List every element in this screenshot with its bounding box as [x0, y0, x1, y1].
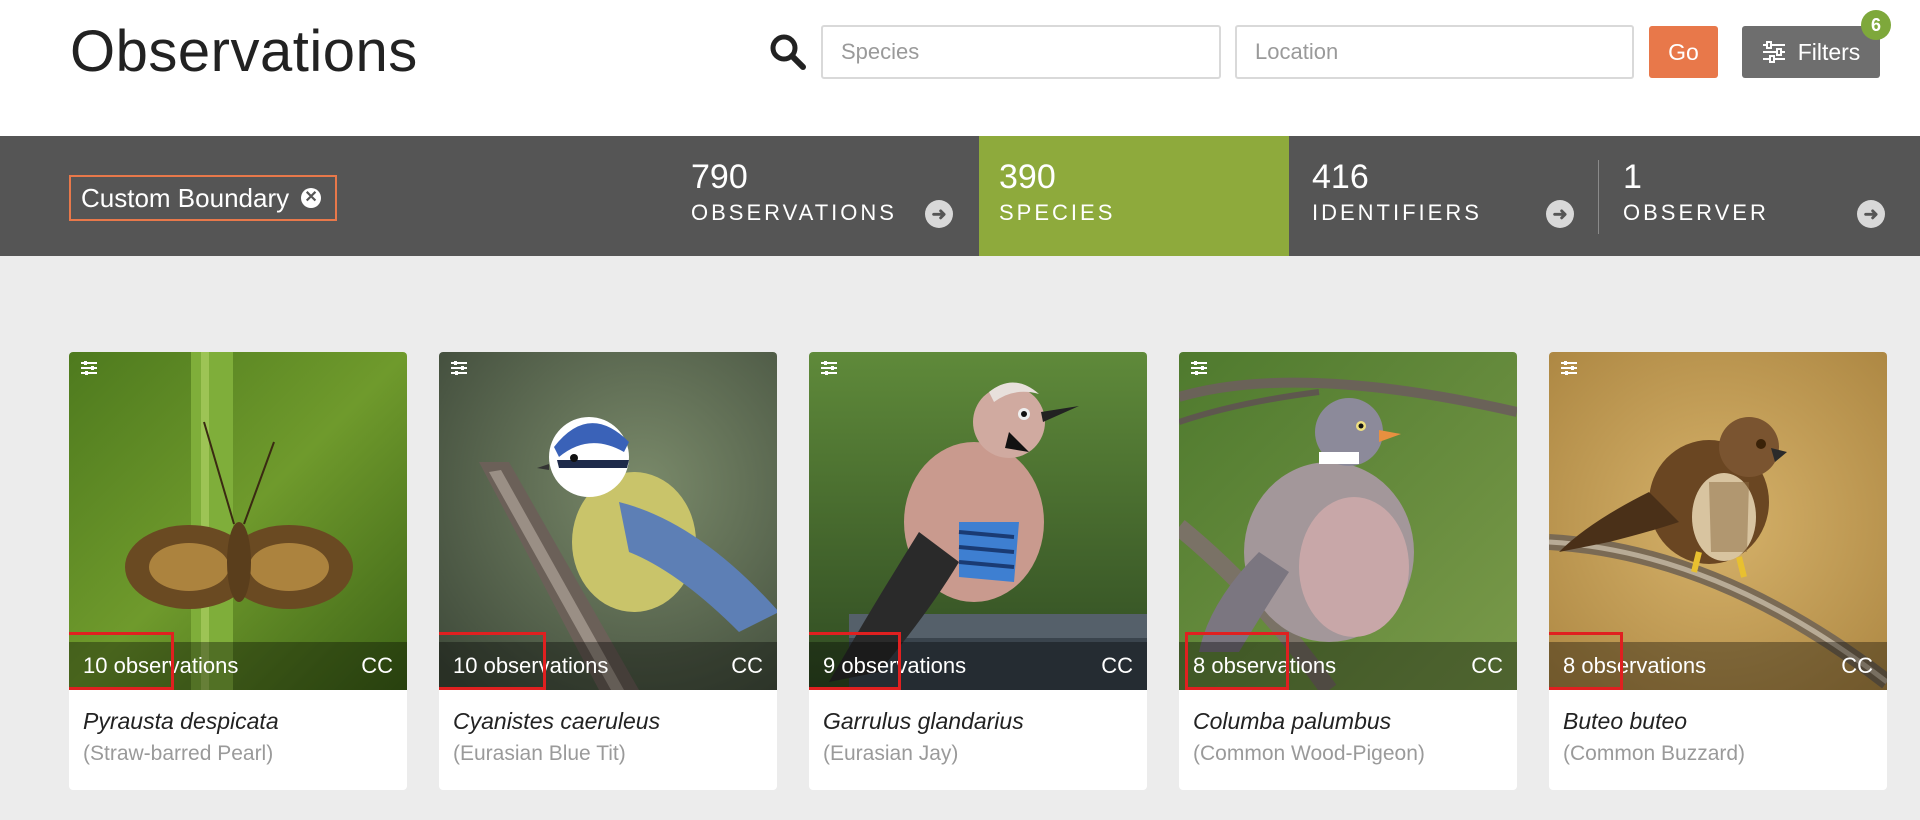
location-input[interactable] [1235, 25, 1634, 79]
tab-identifiers[interactable]: 416 IDENTIFIERS ➜ [1292, 136, 1602, 256]
highlight-box [809, 632, 901, 690]
scientific-name[interactable]: Cyanistes caeruleus [453, 708, 660, 735]
filters-button[interactable]: Filters [1742, 26, 1880, 78]
sliders-icon[interactable] [79, 358, 99, 378]
highlight-box [1185, 632, 1289, 690]
sliders-icon [1762, 41, 1785, 63]
common-name: (Eurasian Jay) [823, 742, 959, 765]
arrow-right-icon[interactable]: ➜ [1857, 200, 1885, 228]
highlight-box [69, 632, 174, 690]
scientific-name[interactable]: Pyrausta despicata [83, 708, 279, 735]
tab-observers[interactable]: 1 OBSERVER ➜ [1603, 136, 1920, 256]
boundary-label: Custom Boundary [81, 182, 290, 213]
species-card[interactable]: 9 observations CC Garrulus glandarius (E… [809, 352, 1147, 790]
species-count: 390 [999, 158, 1056, 196]
license-badge: CC [361, 653, 393, 678]
highlight-box [1549, 632, 1623, 690]
sliders-icon[interactable] [1559, 358, 1579, 378]
arrow-right-icon[interactable]: ➜ [925, 200, 953, 228]
remove-boundary-icon[interactable]: ✕ [301, 188, 322, 208]
tab-species[interactable]: 390 SPECIES [979, 136, 1289, 256]
highlight-box [439, 632, 546, 690]
page-title: Observations [70, 19, 418, 84]
stats-divider [1598, 160, 1599, 234]
sliders-icon[interactable] [1189, 358, 1209, 378]
scientific-name[interactable]: Columba palumbus [1193, 708, 1391, 735]
filters-label: Filters [1797, 38, 1861, 65]
license-badge: CC [1101, 653, 1133, 678]
search-icon[interactable] [768, 32, 808, 72]
license-badge: CC [731, 653, 763, 678]
tab-observations[interactable]: 790 OBSERVATIONS ➜ [671, 136, 981, 256]
arrow-right-icon[interactable]: ➜ [1546, 200, 1574, 228]
common-name: (Straw-barred Pearl) [83, 742, 274, 765]
species-input[interactable] [821, 25, 1221, 79]
species-card[interactable]: 8 observations CC Columba palumbus (Comm… [1179, 352, 1517, 790]
observers-count: 1 [1623, 158, 1642, 196]
species-card[interactable]: 10 observations CC Cyanistes caeruleus (… [439, 352, 777, 790]
species-card[interactable]: 10 observations CC Pyrausta despicata (S… [69, 352, 407, 790]
identifiers-count: 416 [1312, 158, 1369, 196]
observations-label: OBSERVATIONS [691, 200, 897, 225]
identifiers-label: IDENTIFIERS [1312, 200, 1482, 225]
observations-count: 790 [691, 158, 748, 196]
observers-label: OBSERVER [1623, 200, 1769, 225]
license-badge: CC [1471, 653, 1503, 678]
common-name: (Common Wood-Pigeon) [1193, 742, 1425, 765]
scientific-name[interactable]: Garrulus glandarius [823, 708, 1024, 735]
stats-bar: Custom Boundary ✕ 790 OBSERVATIONS ➜ 390… [0, 136, 1920, 256]
species-label: SPECIES [999, 200, 1116, 225]
sliders-icon[interactable] [819, 358, 839, 378]
filters-count-badge: 6 [1861, 10, 1891, 40]
species-card[interactable]: 8 observations CC Buteo buteo (Common Bu… [1549, 352, 1887, 790]
scientific-name[interactable]: Buteo buteo [1563, 708, 1687, 735]
license-badge: CC [1841, 653, 1873, 678]
common-name: (Eurasian Blue Tit) [453, 742, 626, 765]
custom-boundary-chip[interactable]: Custom Boundary ✕ [69, 175, 337, 221]
go-button[interactable]: Go [1649, 26, 1718, 78]
page-header: Observations Go Filters 6 [0, 0, 1920, 136]
common-name: (Common Buzzard) [1563, 742, 1746, 765]
sliders-icon[interactable] [449, 358, 469, 378]
